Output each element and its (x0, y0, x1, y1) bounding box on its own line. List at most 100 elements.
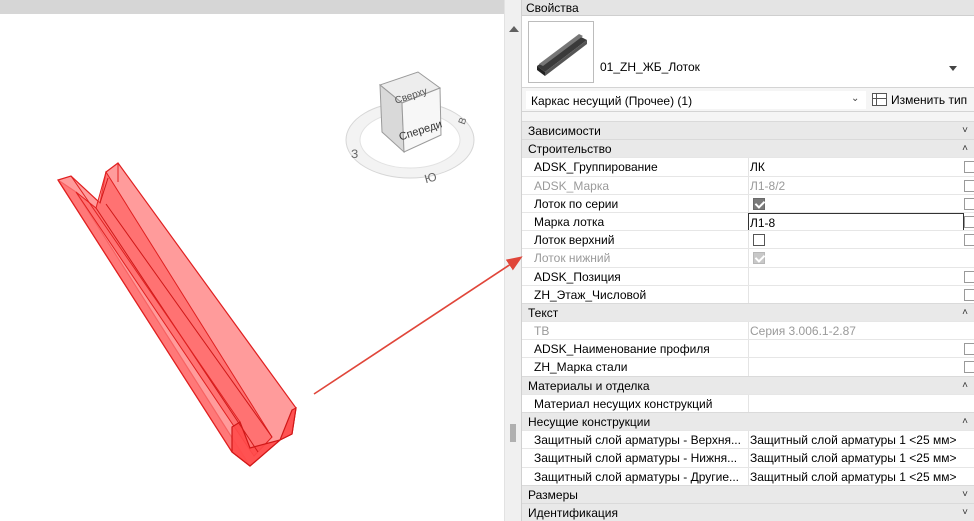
filter-row: Каркас несущий (Прочее) (1) ⌄ Изменить т… (522, 88, 974, 112)
checked-checkbox[interactable] (753, 197, 765, 210)
instance-filter-label: Каркас несущий (Прочее) (1) (531, 94, 693, 108)
section-header[interactable]: Зависимости ˅ (522, 121, 974, 140)
property-name: Защитный слой арматуры - Верхня... (534, 433, 741, 448)
property-row: ADSK_Группирование ЛК (522, 157, 974, 177)
section-label: Зависимости (528, 124, 601, 138)
section-header[interactable]: Текст ˄ (522, 302, 974, 322)
compass-west-label: З (351, 147, 358, 161)
checked-checkbox (753, 252, 765, 265)
property-value[interactable]: Л1-8 (748, 212, 964, 231)
instance-filter-select[interactable]: Каркас несущий (Прочее) (1) (526, 91, 866, 109)
property-checkbox-cell[interactable] (748, 231, 964, 250)
unchecked-checkbox[interactable] (753, 234, 765, 247)
type-name: 01_ZH_ЖБ_Лоток (600, 60, 700, 74)
scroll-up-arrow-icon[interactable] (509, 26, 519, 32)
property-row: ADSK_Позиция (522, 266, 974, 286)
properties-title: Свойства (522, 0, 974, 16)
type-dropdown-arrow-icon[interactable] (949, 66, 957, 71)
section-header[interactable]: Материалы и отделка ˄ (522, 375, 974, 395)
property-row: ТВ Серия 3.006.1-2.87 (522, 321, 974, 341)
collapse-chevron-icon[interactable]: ˄ (962, 140, 968, 158)
section-label: Размеры (528, 487, 578, 502)
scroll-grip[interactable] (510, 424, 516, 442)
property-value[interactable] (748, 285, 964, 304)
property-row: Лоток нижний (522, 248, 974, 268)
property-name: ADSK_Марка (534, 178, 610, 193)
property-value[interactable]: Защитный слой арматуры 1 <25 мм> (748, 467, 964, 486)
property-name: Защитный слой арматуры - Другие... (534, 469, 740, 484)
tray-model[interactable] (57, 162, 297, 467)
expand-chevron-icon[interactable]: ˅ (962, 504, 968, 521)
associate-parameter-button[interactable] (964, 215, 974, 228)
property-name: ADSK_Позиция (534, 269, 621, 284)
property-name: Лоток нижний (534, 251, 611, 266)
section-header[interactable]: Несущие конструкции ˄ (522, 412, 974, 431)
property-row: Защитный слой арматуры - Другие... Защитн… (522, 466, 974, 486)
associate-parameter-button[interactable] (964, 234, 974, 247)
property-name: Лоток верхний (534, 233, 615, 248)
section-label: Идентификация (528, 505, 618, 520)
property-name: Защитный слой арматуры - Нижня... (534, 451, 738, 466)
property-value[interactable] (748, 358, 964, 377)
section-header[interactable]: Строительство ˄ (522, 139, 974, 158)
property-row: ZH_Этаж_Числовой (522, 284, 974, 304)
associate-parameter-button[interactable] (964, 343, 974, 356)
property-row: ADSK_Марка Л1-8/2 (522, 175, 974, 195)
property-name: Материал несущих конструкций (534, 396, 713, 411)
collapse-chevron-icon[interactable]: ˄ (962, 304, 968, 322)
associate-parameter-button[interactable] (964, 179, 974, 192)
property-value[interactable] (748, 340, 964, 359)
view-scroll-rail[interactable] (504, 0, 522, 521)
property-row: Защитный слой арматуры - Верхня... Защитн… (522, 430, 974, 450)
revit-workspace: Сверху Спереди З Ю В Свойства 01_ZH_ЖБ_Л… (0, 0, 974, 521)
edit-type-icon (872, 93, 887, 106)
section-label: Текст (528, 305, 559, 320)
3d-viewport[interactable]: Сверху Спереди З Ю В (0, 0, 504, 521)
property-row: ADSK_Наименование профиля (522, 339, 974, 359)
edit-type-label: Изменить тип (891, 93, 968, 107)
edit-type-button[interactable]: Изменить тип (869, 91, 967, 109)
property-row: Лоток верхний (522, 230, 974, 250)
section-header[interactable]: Идентификация ˅ (522, 502, 974, 521)
section-label: Материалы и отделка (528, 378, 650, 393)
expand-chevron-icon[interactable]: ˅ (962, 122, 968, 140)
properties-palette: Свойства 01_ZH_ЖБ_Лоток Каркас несущий (… (522, 0, 974, 521)
associate-parameter-button[interactable] (964, 161, 974, 174)
associate-parameter-button[interactable] (964, 288, 974, 301)
associate-parameter-button[interactable] (964, 361, 974, 374)
property-name: ТВ (534, 324, 550, 339)
property-row: Марка лотка Л1-8 (522, 211, 974, 231)
property-row: Лоток по серии (522, 193, 974, 213)
type-thumbnail (528, 21, 594, 83)
property-name: ADSK_Наименование профиля (534, 342, 710, 357)
property-value[interactable]: Защитный слой арматуры 1 <25 мм> (748, 431, 964, 450)
type-selector[interactable]: 01_ZH_ЖБ_Лоток (522, 16, 974, 88)
property-row: Материал несущих конструкций (522, 393, 974, 413)
filter-chevron-down-icon[interactable]: ⌄ (851, 93, 859, 104)
property-value[interactable]: Защитный слой арматуры 1 <25 мм> (748, 449, 964, 468)
property-value[interactable] (748, 394, 964, 413)
property-name: ADSK_Группирование (534, 160, 658, 175)
collapse-chevron-icon[interactable]: ˄ (962, 413, 968, 431)
viewcube-layer: Сверху Спереди З Ю В (57, 71, 475, 467)
property-checkbox-cell[interactable] (748, 194, 964, 213)
properties-grid: Зависимости ˅ Строительство ˄ ADSK_Группиров… (522, 121, 974, 521)
property-name: Лоток по серии (534, 196, 619, 211)
section-label: Несущие конструкции (528, 415, 651, 429)
section-label: Строительство (528, 142, 612, 157)
associate-parameter-button[interactable] (964, 197, 974, 210)
property-row: Защитный слой арматуры - Нижня... Защитны… (522, 448, 974, 468)
expand-chevron-icon[interactable]: ˅ (962, 486, 968, 504)
section-header[interactable]: Размеры ˅ (522, 484, 974, 504)
property-value[interactable]: ЛК (748, 158, 964, 177)
property-name: ZH_Этаж_Числовой (534, 287, 647, 302)
property-checkbox-cell (748, 249, 964, 268)
collapse-chevron-icon[interactable]: ˄ (962, 377, 968, 395)
property-name: ZH_Марка стали (534, 360, 628, 375)
property-value[interactable] (748, 267, 964, 286)
property-name: Марка лотка (534, 214, 605, 229)
property-value: Серия 3.006.1-2.87 (748, 322, 964, 341)
property-value: Л1-8/2 (748, 176, 964, 195)
associate-parameter-button[interactable] (964, 270, 974, 283)
property-row: ZH_Марка стали (522, 357, 974, 377)
